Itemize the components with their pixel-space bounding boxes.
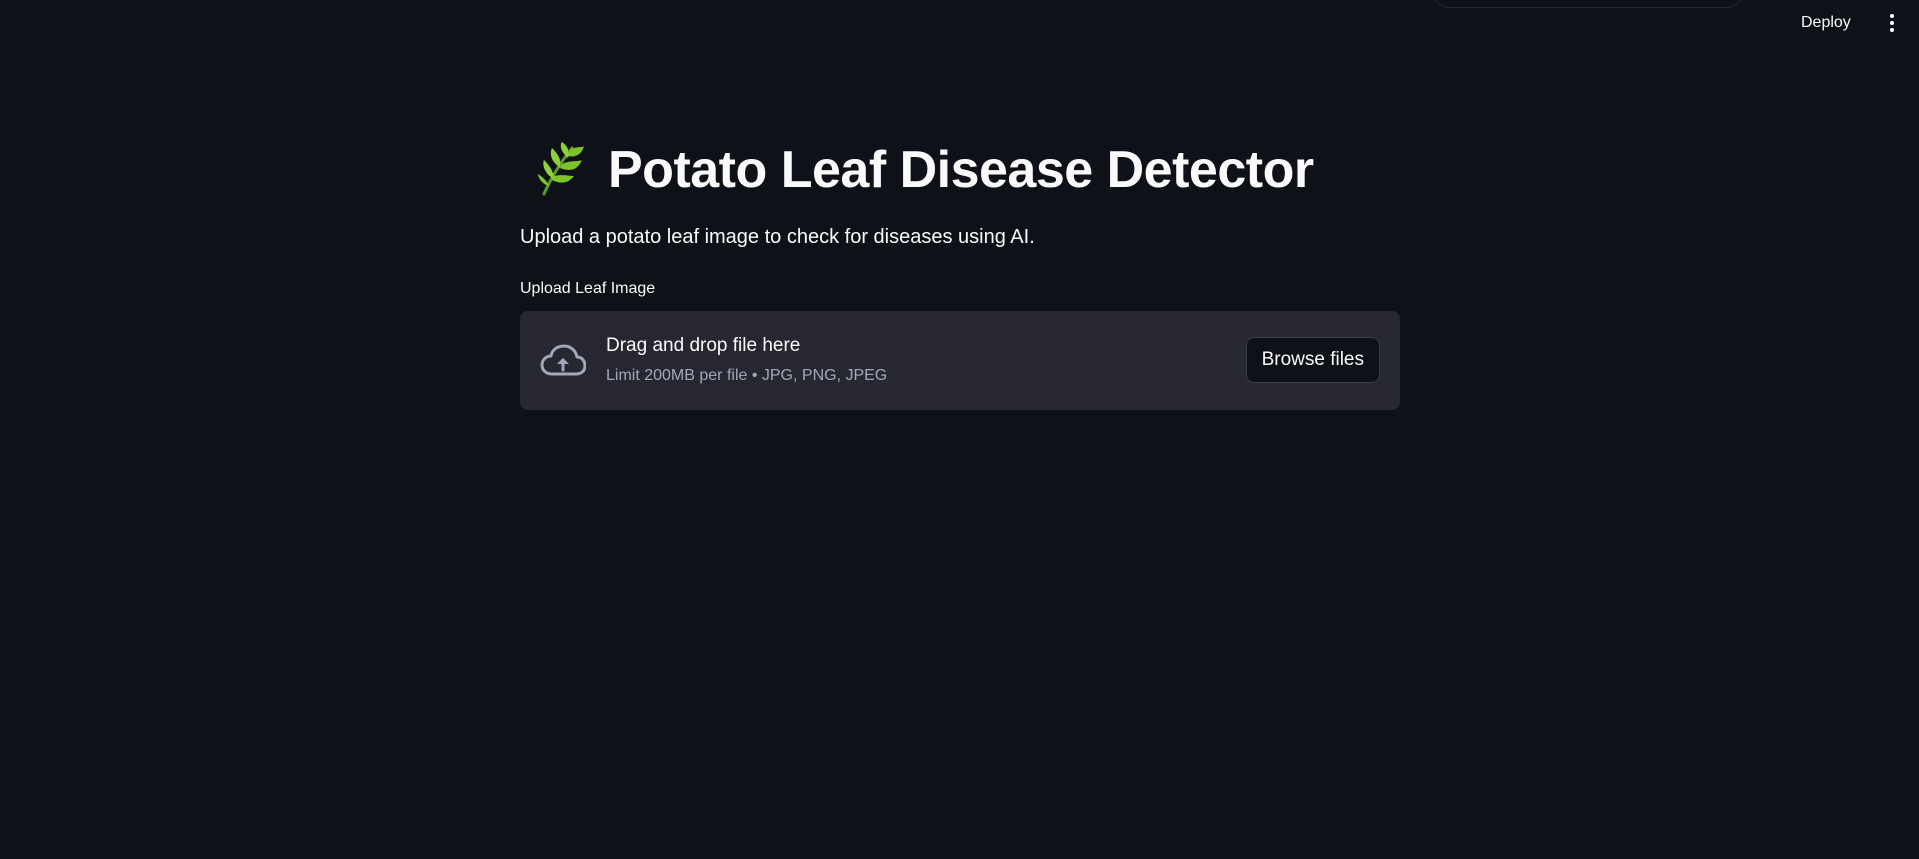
herb-icon [538,142,584,196]
page-subtitle: Upload a potato leaf image to check for … [520,226,1035,248]
browse-files-button[interactable]: Browse files [1245,337,1380,383]
top-toolbar-pill [1432,0,1744,8]
main-menu-button[interactable] [1881,10,1903,36]
title-row: Potato Leaf Disease Detector [520,135,1314,205]
dropzone-hint: Limit 200MB per file • JPG, PNG, JPEG [606,367,888,384]
dropzone-title: Drag and drop file here [606,335,801,356]
cloud-upload-icon [540,344,586,376]
file-dropzone[interactable]: Drag and drop file here Limit 200MB per … [520,311,1400,410]
page-title: Potato Leaf Disease Detector [608,141,1314,199]
file-uploader-label: Upload Leaf Image [520,280,656,297]
deploy-button[interactable]: Deploy [1795,10,1857,36]
kebab-menu-icon [1890,14,1894,18]
